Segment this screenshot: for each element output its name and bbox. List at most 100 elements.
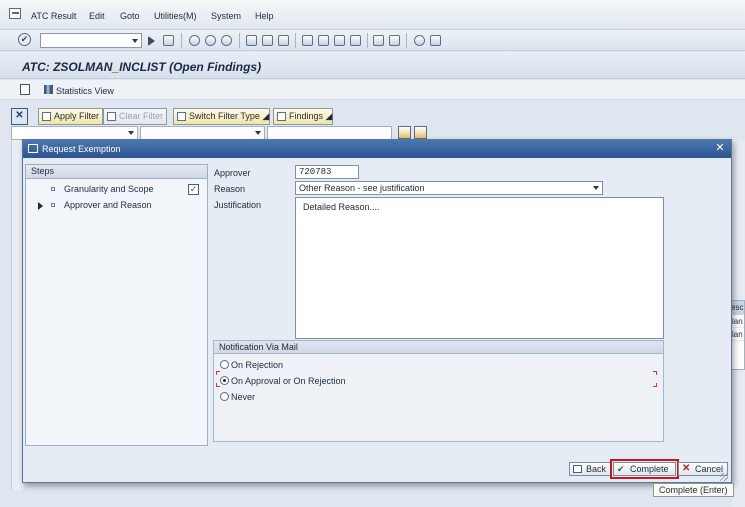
menu-atc-result[interactable]: ATC Result <box>31 11 76 21</box>
complete-tooltip: Complete (Enter) <box>653 483 734 497</box>
reason-dropdown[interactable]: Other Reason - see justification <box>295 181 603 195</box>
menu-edit[interactable]: Edit <box>89 11 105 21</box>
exit-icon[interactable] <box>205 35 216 46</box>
clear-filter-label: Clear Filter <box>119 111 164 121</box>
previous-page-icon[interactable] <box>318 35 329 46</box>
clear-filter-button[interactable]: Clear Filter <box>103 108 167 125</box>
apply-filter-label: Apply Filter <box>54 111 100 121</box>
toolbar-divider <box>367 33 368 48</box>
notification-header: Notification Via Mail <box>214 341 663 354</box>
radio-icon <box>220 360 229 369</box>
approver-field[interactable]: 720783 <box>295 165 359 179</box>
radio-label: On Rejection <box>231 360 284 370</box>
steps-header: Steps <box>26 165 207 179</box>
application-toolbar: Statistics View <box>0 80 745 100</box>
chevron-down-icon[interactable] <box>132 39 138 43</box>
steps-panel: Steps Granularity and Scope ✓ Approver a… <box>25 164 208 446</box>
focus-corner <box>216 371 220 375</box>
step-label: Approver and Reason <box>64 200 152 210</box>
back-label: Back <box>586 464 607 474</box>
close-icon[interactable]: ✕ <box>714 143 726 155</box>
page-title: ATC: ZSOLMAN_INCLIST (Open Findings) <box>22 60 262 74</box>
filter-field-1[interactable] <box>11 126 138 140</box>
complete-button[interactable]: ✔ Complete <box>609 459 680 479</box>
help-icon[interactable] <box>414 35 425 46</box>
menu-bar: ATC Result Edit Goto Utilities(M) System… <box>0 0 745 30</box>
menu-system[interactable]: System <box>211 11 241 21</box>
radio-selected-icon <box>220 376 229 385</box>
filter-bar: Apply Filter Clear Filter Switch Filter … <box>11 108 745 126</box>
findings-button[interactable]: Findings ◢ <box>273 108 334 125</box>
step-bullet-icon <box>51 187 55 191</box>
reason-label: Reason <box>214 184 246 194</box>
toolbar-divider <box>181 33 182 48</box>
radio-label: On Approval or On Rejection <box>231 376 346 386</box>
save-filter-icon[interactable] <box>398 126 411 139</box>
back-button[interactable]: Back <box>569 462 612 476</box>
back-icon[interactable] <box>189 35 200 46</box>
system-menu-icon[interactable] <box>9 8 21 19</box>
find-icon[interactable] <box>262 35 273 46</box>
reason-value: Other Reason - see justification <box>299 183 425 193</box>
back-arrow-icon[interactable] <box>148 36 155 46</box>
chevron-down-icon[interactable] <box>593 186 599 190</box>
cancel-icon[interactable] <box>221 35 232 46</box>
new-session-icon[interactable] <box>373 35 384 46</box>
save-icon[interactable] <box>163 35 174 46</box>
radio-label: Never <box>231 392 256 402</box>
cancel-label: Cancel <box>695 464 724 474</box>
step-label: Granularity and Scope <box>64 184 154 194</box>
step-bullet-icon <box>51 203 55 207</box>
justification-textarea[interactable]: Detailed Reason.... <box>295 197 664 339</box>
dialog-title: Request Exemption <box>42 144 121 154</box>
statistics-view-button[interactable]: Statistics View <box>56 86 114 96</box>
findings-label: Findings <box>289 111 324 121</box>
menu-utilities[interactable]: Utilities(M) <box>154 11 197 21</box>
focus-corner <box>653 383 657 387</box>
last-page-icon[interactable] <box>350 35 361 46</box>
back-icon <box>573 465 582 473</box>
first-page-icon[interactable] <box>302 35 313 46</box>
switch-icon <box>177 112 186 121</box>
next-page-icon[interactable] <box>334 35 345 46</box>
toolbar-divider <box>406 33 407 48</box>
resize-handle-icon[interactable] <box>720 473 728 481</box>
menu-help[interactable]: Help <box>255 11 274 21</box>
notification-group: Notification Via Mail On Rejection On Ap… <box>213 340 664 442</box>
title-bar: ATC: ZSOLMAN_INCLIST (Open Findings) <box>0 52 745 79</box>
current-step-arrow-icon <box>38 202 43 210</box>
clear-filter-icon <box>107 112 116 121</box>
step-granularity-and-scope[interactable]: Granularity and Scope ✓ <box>26 182 207 197</box>
cancel-x-icon: ✕ <box>682 463 691 474</box>
radio-icon <box>220 392 229 401</box>
focus-corner <box>216 383 220 387</box>
enter-icon[interactable]: ✔ <box>18 33 31 46</box>
command-field[interactable] <box>40 33 142 48</box>
request-exemption-dialog: Request Exemption ✕ Steps Granularity an… <box>22 139 732 483</box>
filter-icon <box>42 112 51 121</box>
dialog-icon <box>28 144 38 153</box>
apply-filter-button[interactable]: Apply Filter <box>38 108 103 125</box>
filter-field-2[interactable] <box>140 126 265 140</box>
toolbar-divider <box>295 33 296 48</box>
toolbar-divider <box>239 33 240 48</box>
check-icon: ✔ <box>617 464 625 474</box>
chevron-down-icon <box>128 131 134 135</box>
dialog-header: Request Exemption ✕ <box>23 140 731 158</box>
filter-field-3[interactable] <box>267 126 392 140</box>
approver-label: Approver <box>214 168 251 178</box>
switch-filter-type-button[interactable]: Switch Filter Type ◢ <box>173 108 271 125</box>
menu-goto[interactable]: Goto <box>120 11 140 21</box>
shortcut-icon[interactable] <box>389 35 400 46</box>
customize-layout-icon[interactable] <box>430 35 441 46</box>
focus-corner <box>653 371 657 375</box>
checkmark-icon: ✓ <box>188 184 199 195</box>
complete-label: Complete <box>630 464 669 474</box>
step-approver-and-reason[interactable]: Approver and Reason <box>26 198 207 213</box>
findings-icon <box>277 112 286 121</box>
print-preview-icon[interactable] <box>20 84 30 95</box>
justification-label: Justification <box>214 200 262 210</box>
find-next-icon[interactable] <box>278 35 289 46</box>
load-filter-icon[interactable] <box>414 126 427 139</box>
print-icon[interactable] <box>246 35 257 46</box>
